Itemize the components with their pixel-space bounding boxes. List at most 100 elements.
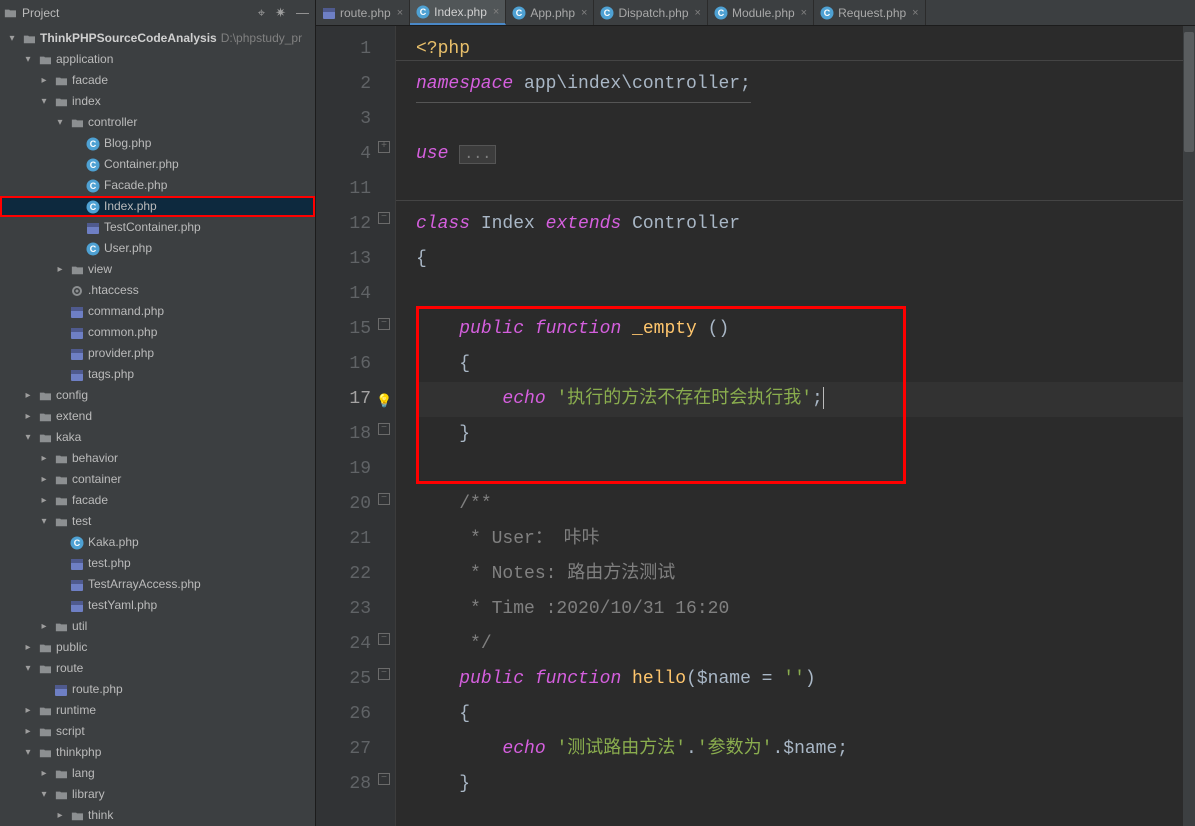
editor-tab[interactable]: Request.php× (814, 0, 926, 25)
tree-expand-icon[interactable] (38, 616, 50, 637)
tree-expand-icon[interactable] (38, 469, 50, 490)
close-tab-icon[interactable]: × (397, 7, 403, 19)
tree-expand-icon[interactable] (22, 385, 34, 406)
folded-code-region[interactable]: ... (459, 145, 496, 164)
code-editor[interactable]: 1234111213141516171819202122232425262728… (316, 26, 1195, 826)
tree-node[interactable]: library (0, 784, 315, 805)
tree-node[interactable]: common.php (0, 322, 315, 343)
tree-node[interactable]: TestContainer.php (0, 217, 315, 238)
tree-expand-icon[interactable] (54, 259, 66, 280)
tree-node[interactable]: User.php (0, 238, 315, 259)
tree-node[interactable]: config (0, 385, 315, 406)
tree-expand-icon[interactable] (54, 112, 66, 133)
tree-node[interactable]: public (0, 637, 315, 658)
tree-node[interactable]: container (0, 469, 315, 490)
close-tab-icon[interactable]: × (581, 7, 587, 19)
tree-node[interactable]: route.php (0, 679, 315, 700)
tree-expand-icon[interactable] (22, 427, 34, 448)
tree-expand-icon[interactable] (22, 721, 34, 742)
intention-bulb-icon[interactable]: 💡 (376, 384, 392, 419)
tree-expand-icon[interactable] (22, 742, 34, 763)
line-number[interactable]: 1 (316, 32, 395, 67)
tree-expand-icon[interactable] (38, 763, 50, 784)
close-tab-icon[interactable]: × (912, 7, 918, 19)
editor-tab[interactable]: Dispatch.php× (594, 0, 707, 25)
tree-expand-icon[interactable] (22, 406, 34, 427)
close-tab-icon[interactable]: × (695, 7, 701, 19)
tree-node[interactable]: Blog.php (0, 133, 315, 154)
line-number[interactable]: 14 (316, 277, 395, 312)
fold-toggle-icon[interactable]: + (378, 141, 390, 153)
line-number[interactable]: 2 (316, 67, 395, 102)
tree-node[interactable]: runtime (0, 700, 315, 721)
editor-tab[interactable]: Index.php× (410, 0, 506, 25)
locate-target-icon[interactable]: ⌖ (258, 5, 265, 21)
tree-node[interactable]: thinkphp (0, 742, 315, 763)
tree-node[interactable]: controller (0, 112, 315, 133)
tree-node[interactable]: kaka (0, 427, 315, 448)
tree-expand-icon[interactable] (22, 658, 34, 679)
line-number[interactable]: 19 (316, 452, 395, 487)
fold-toggle-icon[interactable]: − (378, 212, 390, 224)
tree-node[interactable]: Index.php (0, 196, 315, 217)
tree-expand-icon[interactable] (38, 70, 50, 91)
settings-gear-icon[interactable]: ✷ (275, 5, 286, 21)
tree-node[interactable]: test.php (0, 553, 315, 574)
fold-toggle-icon[interactable]: − (378, 668, 390, 680)
tree-node[interactable]: application (0, 49, 315, 70)
editor-tab[interactable]: route.php× (316, 0, 410, 25)
tree-node[interactable]: util (0, 616, 315, 637)
line-number[interactable]: 23 (316, 592, 395, 627)
line-number[interactable]: 11 (316, 172, 395, 207)
tree-node[interactable]: facade (0, 70, 315, 91)
fold-toggle-icon[interactable]: − (378, 633, 390, 645)
fold-toggle-icon[interactable]: − (378, 773, 390, 785)
tree-node[interactable]: provider.php (0, 343, 315, 364)
close-tab-icon[interactable]: × (493, 6, 499, 18)
editor-tab[interactable]: App.php× (506, 0, 594, 25)
tree-expand-icon[interactable] (38, 448, 50, 469)
tree-expand-icon[interactable] (38, 784, 50, 805)
line-number[interactable]: 13 (316, 242, 395, 277)
line-number[interactable]: 21 (316, 522, 395, 557)
tree-node[interactable]: behavior (0, 448, 315, 469)
tree-node[interactable]: .htaccess (0, 280, 315, 301)
tree-node[interactable]: command.php (0, 301, 315, 322)
tree-expand-icon[interactable] (22, 637, 34, 658)
tree-expand-icon[interactable] (54, 805, 66, 826)
fold-toggle-icon[interactable]: − (378, 493, 390, 505)
line-number[interactable]: 27 (316, 732, 395, 767)
tree-node[interactable]: facade (0, 490, 315, 511)
fold-toggle-icon[interactable]: − (378, 318, 390, 330)
editor-scrollbar[interactable] (1183, 26, 1195, 826)
line-number[interactable]: 26 (316, 697, 395, 732)
tree-node[interactable]: script (0, 721, 315, 742)
tree-node[interactable]: ThinkPHPSourceCodeAnalysis D:\phpstudy_p… (0, 28, 315, 49)
tree-node[interactable]: Kaka.php (0, 532, 315, 553)
tree-expand-icon[interactable] (22, 700, 34, 721)
tree-node[interactable]: extend (0, 406, 315, 427)
editor-tab[interactable]: Module.php× (708, 0, 814, 25)
tree-node[interactable]: Container.php (0, 154, 315, 175)
line-number[interactable]: 22 (316, 557, 395, 592)
tree-node[interactable]: view (0, 259, 315, 280)
tree-node[interactable]: lang (0, 763, 315, 784)
tree-node[interactable]: think (0, 805, 315, 826)
minimize-panel-icon[interactable]: — (296, 5, 309, 21)
line-number[interactable]: 16 (316, 347, 395, 382)
close-tab-icon[interactable]: × (801, 7, 807, 19)
tree-node[interactable]: route (0, 658, 315, 679)
line-number[interactable]: 3 (316, 102, 395, 137)
tree-expand-icon[interactable] (6, 28, 18, 49)
editor-code-area[interactable]: <?php namespace app\index\controller; us… (396, 26, 1183, 826)
tree-expand-icon[interactable] (38, 91, 50, 112)
tree-node[interactable]: index (0, 91, 315, 112)
fold-toggle-icon[interactable]: − (378, 423, 390, 435)
tree-node[interactable]: TestArrayAccess.php (0, 574, 315, 595)
tree-node[interactable]: tags.php (0, 364, 315, 385)
scrollbar-thumb[interactable] (1184, 32, 1194, 152)
tree-expand-icon[interactable] (38, 490, 50, 511)
tree-expand-icon[interactable] (38, 511, 50, 532)
tree-expand-icon[interactable] (22, 49, 34, 70)
tree-node[interactable]: Facade.php (0, 175, 315, 196)
